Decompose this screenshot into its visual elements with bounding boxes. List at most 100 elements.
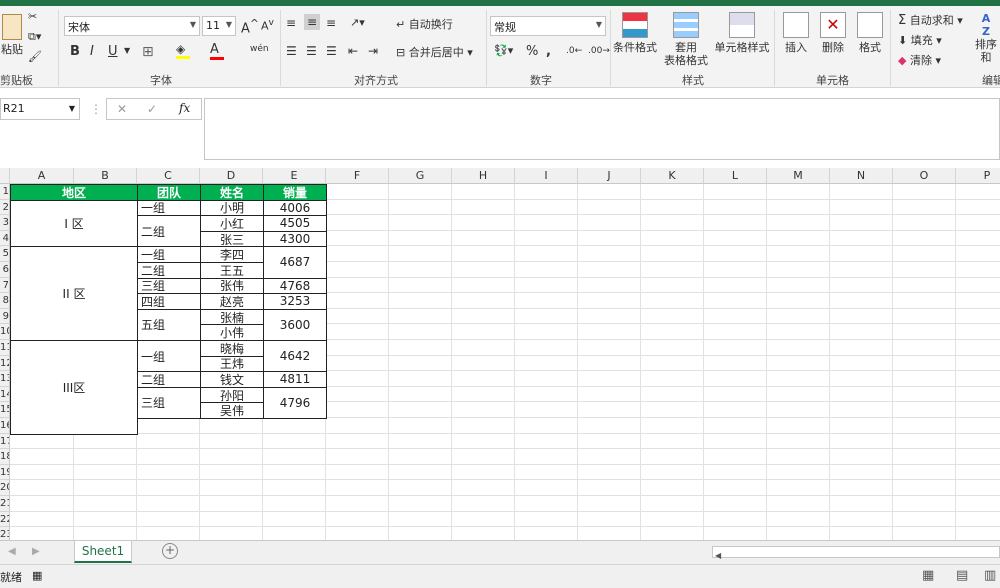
row-header[interactable]: 13 (0, 371, 10, 387)
page-break-icon[interactable]: ▥ (984, 568, 996, 583)
cell-styles-button[interactable]: 单元格样式 (714, 12, 770, 54)
name-cell[interactable]: 赵亮 (200, 293, 264, 310)
font-size-select[interactable]: 11 ▼ (202, 16, 236, 36)
select-all-corner[interactable] (0, 168, 10, 184)
align-middle-icon[interactable]: ≡ (304, 14, 321, 30)
row-header[interactable]: 10 (0, 324, 10, 340)
column-header[interactable]: F (326, 168, 389, 184)
chevron-down-icon[interactable]: ▼ (69, 104, 75, 113)
column-header[interactable]: J (578, 168, 641, 184)
align-left-icon[interactable]: ☰ (286, 44, 297, 58)
row-header[interactable]: 3 (0, 215, 10, 231)
name-cell[interactable]: 孙阳 (200, 386, 264, 404)
table-header-sales[interactable]: 销量 (263, 184, 327, 201)
sales-cell[interactable]: 4687 (263, 246, 327, 279)
insert-function-icon[interactable]: fx (179, 101, 190, 115)
column-header[interactable]: B (74, 168, 137, 184)
border-icon[interactable]: ⊞ (142, 44, 154, 60)
underline-button[interactable]: U (108, 44, 118, 59)
font-name-select[interactable]: 宋体 ▼ (64, 16, 200, 36)
merge-center-button[interactable]: ⊟ 合并后居中 ▾ (396, 44, 473, 60)
paste-button[interactable]: 粘贴 (0, 14, 24, 56)
column-header[interactable]: H (452, 168, 515, 184)
name-box[interactable]: R21 ▼ (0, 98, 80, 120)
row-header[interactable]: 15 (0, 402, 10, 418)
sales-cell[interactable]: 4505 (263, 215, 327, 232)
name-cell[interactable]: 小明 (200, 199, 264, 217)
row-header[interactable]: 17 (0, 433, 10, 450)
fill-button[interactable]: ⬇ 填充 ▾ (898, 32, 942, 48)
name-cell[interactable]: 张三 (200, 230, 264, 248)
cut-icon[interactable]: ✂ (28, 10, 37, 23)
sales-cell[interactable]: 4642 (263, 340, 327, 373)
team-cell[interactable]: 一组 (137, 199, 201, 217)
team-cell[interactable]: 一组 (137, 340, 201, 373)
sales-cell[interactable]: 4811 (263, 371, 327, 388)
fill-color-button[interactable]: ◈ (176, 42, 190, 59)
team-cell[interactable]: 五组 (137, 308, 201, 341)
format-button[interactable]: 格式 (854, 12, 886, 54)
delete-button[interactable]: ✕ 删除 (816, 12, 850, 54)
formula-input[interactable] (204, 98, 1000, 160)
row-header[interactable]: 4 (0, 230, 10, 247)
team-cell[interactable]: 二组 (137, 215, 201, 248)
row-header[interactable]: 19 (0, 464, 10, 481)
sales-cell[interactable]: 4768 (263, 277, 327, 295)
name-cell[interactable]: 李四 (200, 246, 264, 263)
column-header[interactable]: A (10, 168, 74, 184)
column-header[interactable]: I (515, 168, 578, 184)
row-header[interactable]: 20 (0, 480, 10, 496)
format-as-table-button[interactable]: 套用 表格格式 (660, 12, 712, 67)
column-header[interactable]: K (641, 168, 704, 184)
row-header[interactable]: 21 (0, 496, 10, 512)
region-cell[interactable]: III区 (10, 340, 138, 435)
name-cell[interactable]: 小红 (200, 215, 264, 232)
team-cell[interactable]: 三组 (137, 277, 201, 295)
row-header[interactable]: 11 (0, 340, 10, 356)
row-header[interactable]: 7 (0, 277, 10, 294)
column-header[interactable]: M (767, 168, 830, 184)
column-header[interactable]: L (704, 168, 767, 184)
cancel-icon[interactable]: ✕ (117, 102, 127, 116)
align-center-icon[interactable]: ☰ (306, 44, 317, 58)
name-cell[interactable]: 晓梅 (200, 340, 264, 357)
name-cell[interactable]: 吴伟 (200, 402, 264, 419)
next-sheet-icon[interactable]: ▶ (32, 546, 40, 557)
team-cell[interactable]: 四组 (137, 293, 201, 310)
font-color-button[interactable]: A (210, 42, 224, 60)
decrease-decimal-icon[interactable]: .00→ (588, 46, 610, 56)
region-cell[interactable]: II 区 (10, 246, 138, 341)
currency-icon[interactable]: 💱▾ (494, 44, 513, 57)
increase-decimal-icon[interactable]: .0← (566, 46, 582, 56)
column-header[interactable]: N (830, 168, 893, 184)
copy-icon[interactable]: ⧉▾ (28, 30, 41, 44)
table-header-team[interactable]: 团队 (137, 184, 201, 201)
orientation-icon[interactable]: ↗▾ (350, 16, 365, 29)
align-right-icon[interactable]: ☰ (326, 44, 337, 58)
table-header-region[interactable]: 地区 (10, 184, 138, 201)
increase-indent-icon[interactable]: ⇥ (368, 44, 378, 58)
name-cell[interactable]: 王炜 (200, 355, 264, 373)
decrease-indent-icon[interactable]: ⇤ (348, 44, 358, 58)
sort-filter-button[interactable]: AZ 排序和 (972, 12, 1000, 64)
comma-button[interactable]: , (546, 44, 551, 59)
row-header[interactable]: 1 (0, 184, 10, 200)
bold-button[interactable]: B (70, 44, 80, 59)
align-bottom-icon[interactable]: ≡ (326, 16, 336, 30)
number-format-select[interactable]: 常规 ▼ (490, 16, 606, 36)
sales-cell[interactable]: 3253 (263, 293, 327, 310)
row-header[interactable]: 14 (0, 386, 10, 403)
percent-button[interactable]: % (526, 44, 538, 59)
italic-button[interactable]: I (90, 44, 94, 59)
name-cell[interactable]: 钱文 (200, 371, 264, 388)
column-header[interactable]: D (200, 168, 263, 184)
add-sheet-button[interactable]: + (162, 543, 178, 559)
column-header[interactable]: O (893, 168, 956, 184)
row-header[interactable]: 9 (0, 308, 10, 325)
horizontal-scrollbar[interactable]: ◀ (712, 546, 1000, 560)
sales-cell[interactable]: 4300 (263, 230, 327, 248)
row-header[interactable]: 16 (0, 418, 10, 434)
tab-sheet1[interactable]: Sheet1 (74, 541, 132, 563)
team-cell[interactable]: 一组 (137, 246, 201, 263)
shrink-font-button[interactable]: Av (261, 17, 274, 33)
